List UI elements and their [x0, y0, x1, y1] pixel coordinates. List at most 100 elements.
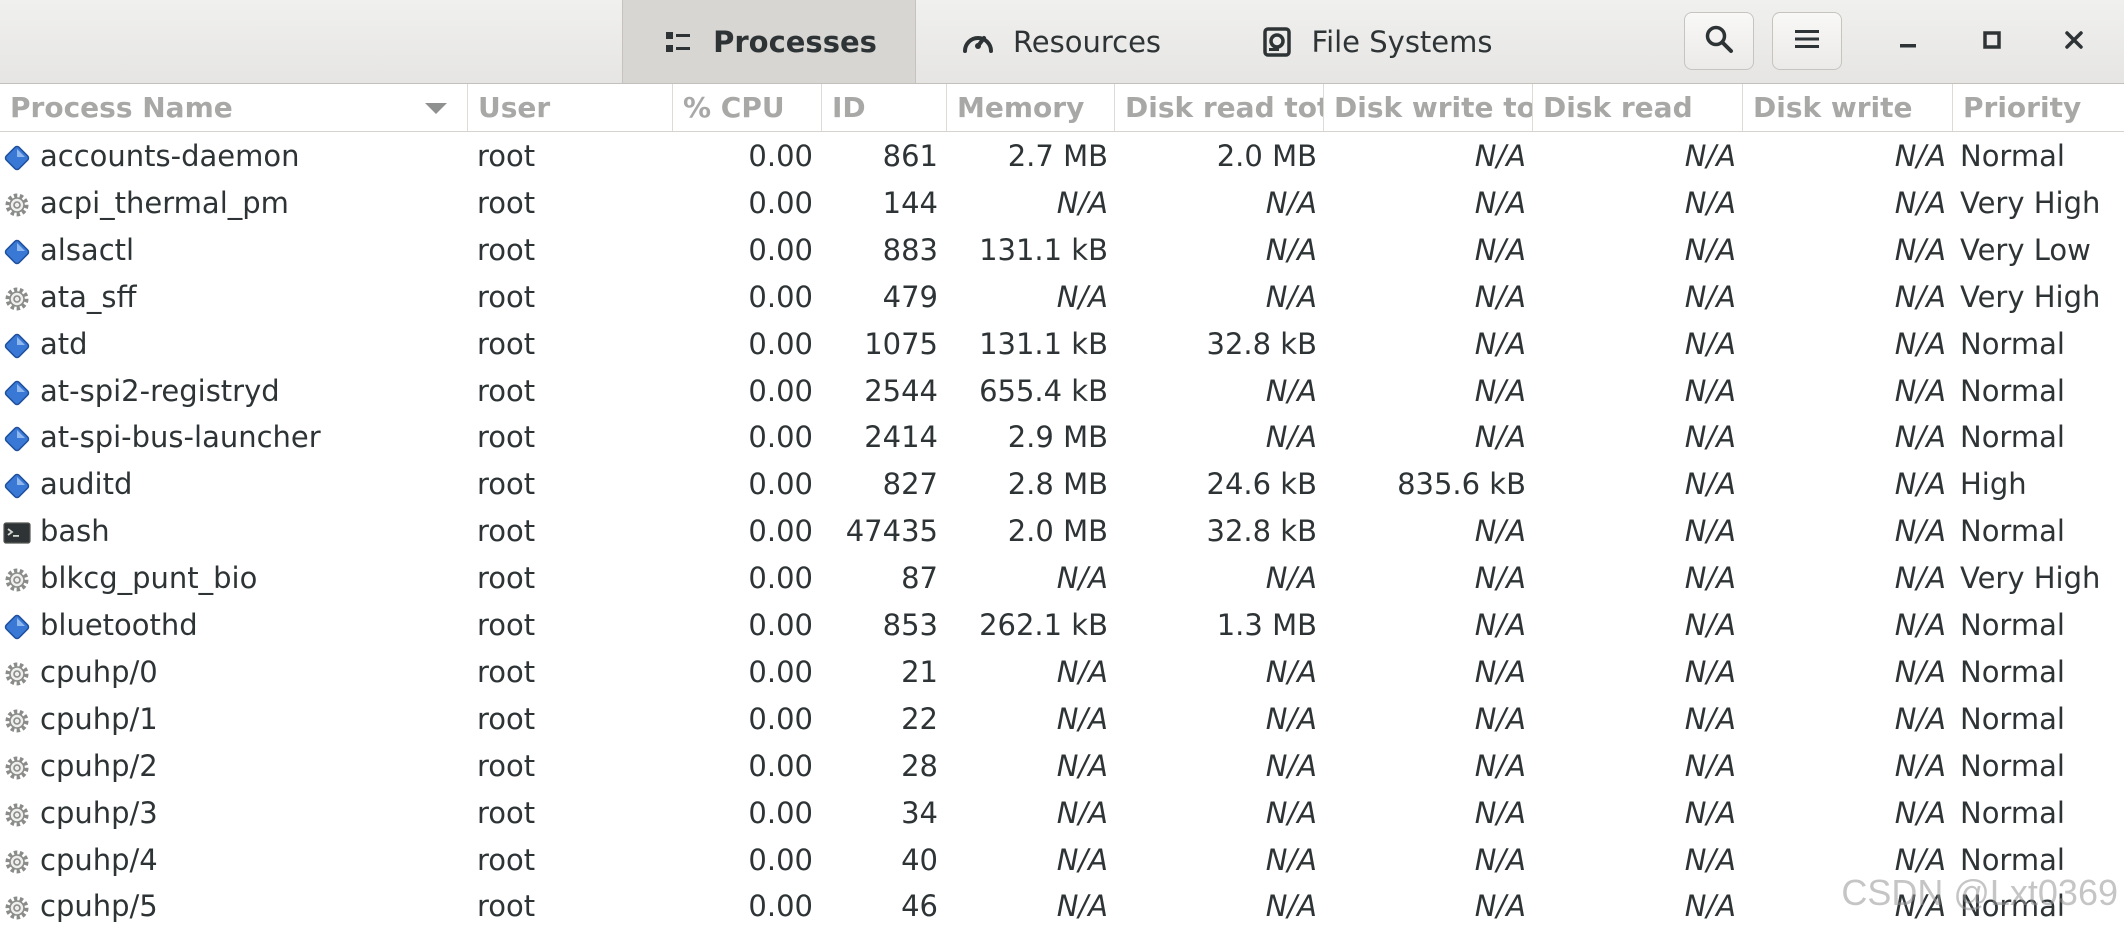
search-button[interactable] — [1684, 12, 1754, 70]
disk-write-cell: N/A — [1894, 514, 1946, 549]
process-row[interactable]: bash root 0.00 47435 2.0 MB 32.8 kB N/A N/A N/A N… — [0, 508, 2124, 555]
user-cell: root — [477, 373, 536, 408]
process-row[interactable]: cpuhp/0 root 0.00 21 N/A N/A N/A N/A N/A Normal — [0, 649, 2124, 696]
disk-write-total-cell: N/A — [1474, 654, 1526, 689]
process-row[interactable]: blkcg_punt_bio root 0.00 87 N/A N/A N/A N/A N/A V… — [0, 555, 2124, 602]
main-menu-button[interactable] — [1772, 12, 1842, 70]
user-cell: root — [477, 232, 536, 267]
column-header-disk-read-total-label: Disk read tota — [1125, 91, 1323, 124]
column-header-user-label: User — [478, 91, 551, 124]
user-cell: root — [477, 139, 536, 173]
tab-processes[interactable]: Processes — [622, 0, 916, 83]
memory-cell: 131.1 kB — [979, 326, 1108, 361]
tab-file-systems-label: File Systems — [1311, 24, 1493, 59]
process-row[interactable]: bluetoothd root 0.00 853 262.1 kB 1.3 MB N/A N/… — [0, 602, 2124, 649]
id-cell: 2414 — [864, 420, 938, 455]
cpu-cell: 0.00 — [748, 889, 813, 924]
process-row[interactable]: cpuhp/1 root 0.00 22 N/A N/A N/A N/A N/A Normal — [0, 696, 2124, 743]
disk-write-cell: N/A — [1894, 139, 1946, 173]
memory-cell: N/A — [1056, 185, 1108, 220]
process-row[interactable]: cpuhp/3 root 0.00 34 N/A N/A N/A N/A N/A Normal — [0, 790, 2124, 837]
process-name-cell: cpuhp/2 — [40, 748, 158, 783]
app-diamond-icon — [3, 238, 31, 266]
id-cell: 34 — [901, 795, 938, 830]
disk-read-cell: N/A — [1684, 889, 1736, 924]
column-header-disk-write-total[interactable]: Disk write tot — [1323, 84, 1532, 131]
cpu-cell: 0.00 — [748, 795, 813, 830]
column-header-memory[interactable]: Memory — [946, 84, 1114, 131]
user-cell: root — [477, 279, 536, 314]
cpu-cell: 0.00 — [748, 608, 813, 642]
gear-icon — [3, 566, 31, 594]
disk-write-total-cell: N/A — [1474, 420, 1526, 455]
user-cell: root — [477, 654, 536, 689]
cpu-cell: 0.00 — [748, 561, 813, 596]
process-row[interactable]: alsactl root 0.00 883 131.1 kB N/A N/A N/A N/A Ve… — [0, 227, 2124, 274]
disk-write-total-cell: N/A — [1474, 889, 1526, 924]
disk-read-cell: N/A — [1684, 326, 1736, 361]
column-header-process-name-label: Process Name — [10, 91, 233, 124]
column-header-disk-write[interactable]: Disk write — [1742, 84, 1952, 131]
memory-cell: N/A — [1056, 654, 1108, 689]
terminal-icon — [3, 519, 31, 547]
disk-read-total-cell: N/A — [1265, 701, 1317, 736]
process-row[interactable]: cpuhp/5 root 0.00 46 N/A N/A N/A N/A N/A Normal — [0, 883, 2124, 930]
disk-read-total-cell: N/A — [1265, 373, 1317, 408]
user-cell: root — [477, 420, 536, 455]
disk-read-total-cell: N/A — [1265, 232, 1317, 267]
column-header-disk-read[interactable]: Disk read — [1532, 84, 1742, 131]
process-row[interactable]: at-spi-bus-launcher root 0.00 2414 2.9 MB N/A… — [0, 414, 2124, 461]
disk-read-cell: N/A — [1684, 185, 1736, 220]
process-row[interactable]: cpuhp/2 root 0.00 28 N/A N/A N/A N/A N/A Normal — [0, 743, 2124, 790]
user-cell: root — [477, 326, 536, 361]
disk-write-total-cell: N/A — [1474, 185, 1526, 220]
process-row[interactable]: accounts-daemon root 0.00 861 2.7 MB 2.0 MB N/… — [0, 133, 2124, 180]
column-header-id[interactable]: ID — [821, 84, 946, 131]
memory-cell: 655.4 kB — [979, 373, 1108, 408]
column-header-disk-read-total[interactable]: Disk read tota — [1114, 84, 1323, 131]
disk-read-total-cell: 32.8 kB — [1206, 326, 1317, 361]
disk-write-total-cell: N/A — [1474, 514, 1526, 549]
close-button[interactable] — [2046, 14, 2102, 70]
tab-resources[interactable]: Resources — [916, 0, 1206, 83]
memory-cell: N/A — [1056, 279, 1108, 314]
disk-write-cell: N/A — [1894, 889, 1946, 924]
disk-write-cell: N/A — [1894, 561, 1946, 596]
process-row[interactable]: acpi_thermal_pm root 0.00 144 N/A N/A N/A N/A N/… — [0, 180, 2124, 227]
memory-cell: 2.0 MB — [1007, 514, 1108, 549]
minimize-button[interactable] — [1880, 14, 1936, 70]
memory-cell: 2.8 MB — [1007, 467, 1108, 502]
memory-cell: 131.1 kB — [979, 232, 1108, 267]
column-header-disk-write-total-label: Disk write tot — [1334, 91, 1532, 124]
maximize-button[interactable] — [1964, 14, 2020, 70]
tab-resources-label: Resources — [1012, 24, 1162, 59]
column-header-row: Process Name User % CPU ID Memory Disk r… — [0, 84, 2124, 132]
process-row[interactable]: atd root 0.00 1075 131.1 kB 32.8 kB N/A N/A N/A N… — [0, 321, 2124, 368]
memory-cell: N/A — [1056, 701, 1108, 736]
tab-file-systems[interactable]: File Systems — [1206, 0, 1546, 83]
column-header-user[interactable]: User — [467, 84, 672, 131]
column-header-cpu[interactable]: % CPU — [672, 84, 821, 131]
process-row[interactable]: auditd root 0.00 827 2.8 MB 24.6 kB 835.6 kB N/… — [0, 461, 2124, 508]
priority-cell: Normal — [1960, 514, 2065, 549]
process-name-cell: cpuhp/4 — [40, 842, 158, 877]
id-cell: 853 — [882, 608, 938, 642]
disk-read-total-cell: N/A — [1265, 748, 1317, 783]
id-cell: 47435 — [845, 514, 938, 549]
memory-cell: 262.1 kB — [979, 608, 1108, 642]
id-cell: 861 — [882, 139, 938, 173]
disk-read-total-cell: N/A — [1265, 842, 1317, 877]
process-row[interactable]: ata_sff root 0.00 479 N/A N/A N/A N/A N/A Very Hi… — [0, 274, 2124, 321]
column-header-process-name[interactable]: Process Name — [0, 84, 467, 131]
gauge-icon — [961, 25, 995, 59]
disk-read-cell: N/A — [1684, 279, 1736, 314]
list-icon — [661, 25, 695, 59]
disk-write-total-cell: N/A — [1474, 139, 1526, 173]
process-row[interactable]: cpuhp/4 root 0.00 40 N/A N/A N/A N/A N/A Normal — [0, 837, 2124, 884]
disk-read-cell: N/A — [1684, 795, 1736, 830]
cpu-cell: 0.00 — [748, 326, 813, 361]
priority-cell: Normal — [1960, 842, 2065, 877]
column-header-priority[interactable]: Priority — [1952, 84, 2124, 131]
disk-write-cell: N/A — [1894, 279, 1946, 314]
process-row[interactable]: at-spi2-registryd root 0.00 2544 655.4 kB N/A… — [0, 368, 2124, 415]
